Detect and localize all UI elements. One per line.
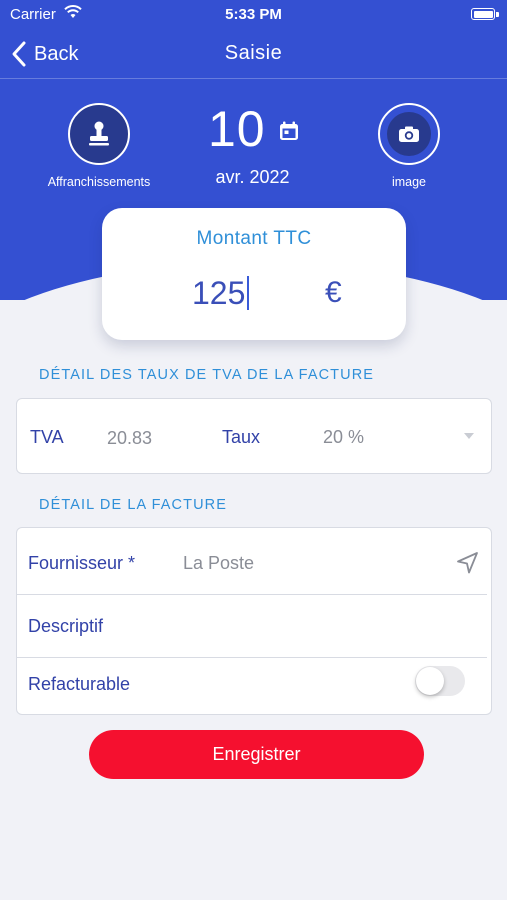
taux-label: Taux xyxy=(222,427,261,447)
amount-value: 125 xyxy=(192,274,246,311)
tva-card: TVA 20.83 Taux 20 % xyxy=(16,398,492,474)
amount-input[interactable]: 125 xyxy=(192,270,312,316)
stamp-button[interactable] xyxy=(68,103,130,165)
nav-divider xyxy=(0,78,507,79)
camera-icon xyxy=(399,126,419,142)
description-row[interactable]: Descriptif xyxy=(17,595,493,657)
date-day: 10 xyxy=(208,101,266,157)
supplier-row: Fournisseur * La Poste xyxy=(17,528,493,594)
navigation-bar: Back Saisie xyxy=(0,32,507,76)
supplier-label: Fournisseur * xyxy=(28,553,136,573)
clock: 5:33 PM xyxy=(225,6,282,23)
rebillable-toggle[interactable] xyxy=(415,666,465,696)
rebillable-row: Refacturable xyxy=(17,658,493,714)
toggle-knob xyxy=(416,667,444,695)
calendar-icon xyxy=(280,121,298,140)
battery-icon xyxy=(471,8,495,20)
caret-down-icon xyxy=(464,433,474,439)
battery-tip xyxy=(496,12,499,17)
location-arrow-icon[interactable] xyxy=(455,550,481,576)
taux-value: 20 % xyxy=(323,427,365,447)
rebillable-label: Refacturable xyxy=(28,674,131,694)
text-caret xyxy=(247,276,250,310)
tva-label: TVA xyxy=(30,427,64,447)
detail-section-title: DÉTAIL DE LA FACTURE xyxy=(39,497,227,513)
status-bar: Carrier 5:33 PM xyxy=(0,0,507,30)
image-button-inner xyxy=(387,112,431,156)
currency-symbol: € xyxy=(325,276,342,309)
tva-amount-field[interactable]: 20.83 xyxy=(107,428,152,449)
taux-select[interactable]: 20 % xyxy=(317,417,482,457)
save-button[interactable]: Enregistrer xyxy=(89,730,424,779)
supplier-value: La Poste xyxy=(183,553,255,573)
image-button[interactable] xyxy=(378,103,440,165)
description-label: Descriptif xyxy=(28,616,104,636)
amount-card: Montant TTC 125 € xyxy=(102,208,406,340)
date-picker[interactable]: 10 avr. 2022 xyxy=(190,100,315,190)
image-label: image xyxy=(391,175,427,189)
stamp-icon xyxy=(89,121,109,146)
stamp-label: Affranchissements xyxy=(47,175,151,189)
date-month: avr. 2022 xyxy=(215,167,290,187)
detail-card: Fournisseur * La Poste Descriptif Refact… xyxy=(16,527,492,715)
tva-section-title: DÉTAIL DES TAUX DE TVA DE LA FACTURE xyxy=(39,367,375,383)
supplier-input[interactable]: La Poste xyxy=(177,528,447,594)
amount-title: Montant TTC xyxy=(196,228,312,249)
page-title: Saisie xyxy=(224,42,283,64)
